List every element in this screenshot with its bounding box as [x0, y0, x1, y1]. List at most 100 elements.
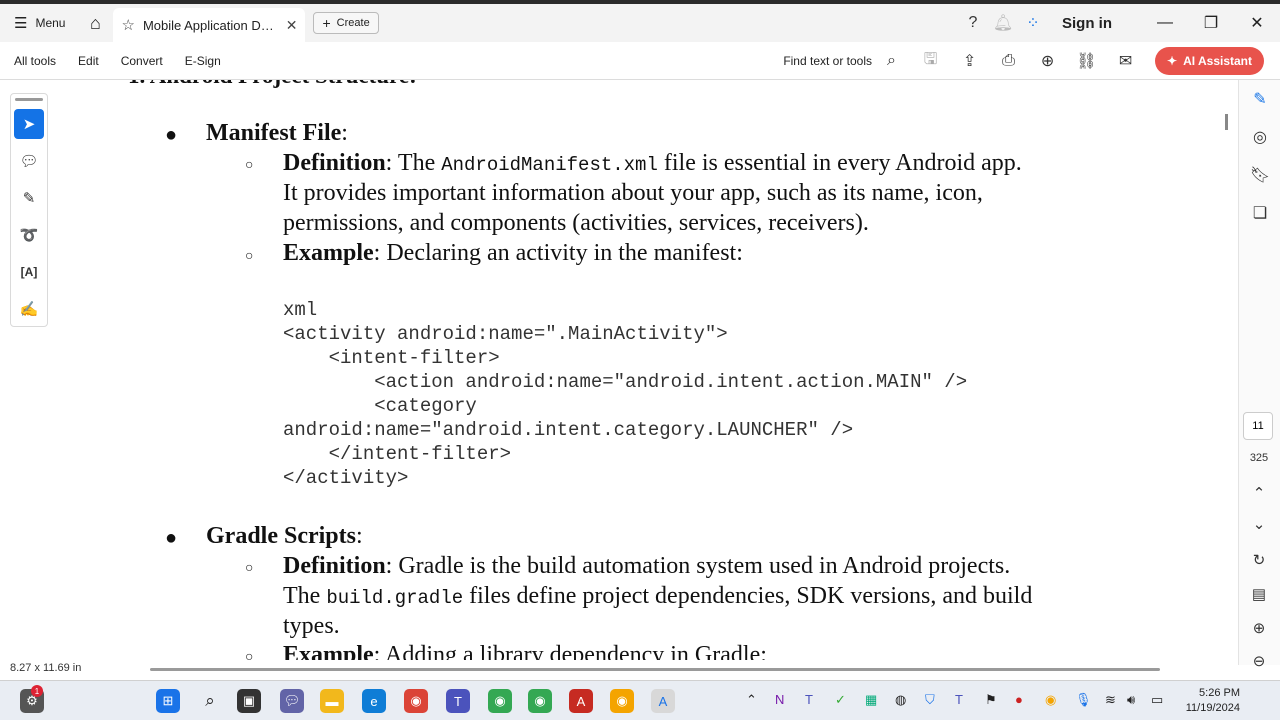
close-window-icon[interactable]: ✕	[1234, 13, 1280, 33]
definition-label: Definition	[283, 150, 386, 176]
microphone-icon[interactable]: 🎙︎	[1075, 692, 1092, 708]
active-app-icon[interactable]: A	[651, 689, 675, 713]
teams-tray-icon[interactable]: T	[805, 692, 813, 707]
search-icon[interactable]: ⌕	[872, 52, 911, 70]
scroll-thumb[interactable]	[1225, 114, 1228, 130]
bookmark-icon[interactable]: 🔖︎	[1239, 156, 1280, 194]
page-size-label: 8.27 x 11.69 in	[10, 662, 82, 674]
page-down-icon[interactable]: ⌄	[1238, 515, 1280, 533]
gradle-example-text: : Adding a library dependency in Gradle:	[373, 642, 767, 660]
menu-button[interactable]: ☰ Menu	[0, 4, 77, 42]
security-icon[interactable]: ⛉	[925, 692, 935, 708]
plus-icon: +	[322, 15, 331, 31]
tray-app-3-icon[interactable]: ◍	[895, 692, 906, 708]
ai-assistant-button[interactable]: ✦ AI Assistant	[1155, 47, 1264, 75]
minimize-icon[interactable]: —	[1142, 14, 1188, 32]
zoom-out-icon[interactable]: ⊖	[1238, 652, 1280, 670]
all-tools-menu[interactable]: All tools	[14, 54, 56, 68]
gradle-heading: Gradle Scripts:	[206, 523, 363, 550]
tray-app-5-icon[interactable]: ⚑	[985, 692, 997, 708]
windows-start-icon[interactable]: ⊞	[156, 689, 180, 713]
create-button[interactable]: + Create	[313, 12, 379, 34]
zoom-in-icon[interactable]: ⊕	[1238, 619, 1280, 637]
tray-app-4-icon[interactable]: T	[955, 692, 963, 707]
clock-date: 11/19/2024	[1185, 702, 1240, 714]
rotate-icon[interactable]: ↻	[1238, 551, 1280, 569]
close-tab-icon[interactable]: ✕	[286, 17, 298, 34]
horizontal-scrollbar[interactable]	[150, 668, 1160, 671]
esign-menu[interactable]: E-Sign	[185, 54, 221, 68]
link-icon[interactable]: ⛓	[1067, 51, 1106, 71]
page-up-icon[interactable]: ⌃	[1238, 484, 1280, 502]
chrome-profile-3-icon[interactable]: ◉	[610, 689, 634, 713]
document-tab[interactable]: ☆ Mobile Application Deve... ✕	[113, 8, 306, 42]
volume-icon[interactable]: 🔊︎	[1127, 692, 1135, 708]
file-explorer-icon[interactable]: ▬	[320, 689, 344, 713]
edit-menu[interactable]: Edit	[78, 54, 99, 68]
sub-bullet-icon: ○	[245, 249, 254, 264]
ai-sparkle-icon: ✦	[1167, 54, 1178, 68]
code-line: </intent-filter>	[283, 443, 512, 465]
edit-pdf-icon[interactable]: ✎	[1239, 80, 1280, 118]
home-icon[interactable]: ⌂	[77, 4, 113, 42]
bell-icon[interactable]: 🔔︎	[988, 13, 1018, 33]
sub-bullet-icon: ○	[245, 650, 254, 660]
convert-menu[interactable]: Convert	[121, 54, 163, 68]
maximize-icon[interactable]: ❐	[1188, 13, 1234, 33]
teams-icon[interactable]: T	[446, 689, 470, 713]
chat-icon[interactable]: 💬︎	[280, 689, 304, 713]
chrome-profile-2-icon[interactable]: ◉	[528, 689, 552, 713]
bullet-icon: ●	[165, 124, 178, 146]
onenote-icon[interactable]: N	[775, 692, 784, 707]
chrome-profile-icon[interactable]: ◉	[488, 689, 512, 713]
create-label: Create	[336, 17, 370, 29]
edge-icon[interactable]: e	[362, 689, 386, 713]
wifi-icon[interactable]: ≋	[1105, 692, 1116, 708]
right-rail: ✎ ◎ 🔖︎ ❏	[1238, 80, 1280, 665]
fit-page-icon[interactable]: ▤	[1238, 585, 1280, 603]
total-pages: 325	[1249, 452, 1269, 464]
task-view-icon[interactable]: ▣	[237, 689, 261, 713]
pages-icon[interactable]: ❏	[1239, 194, 1280, 232]
print-icon[interactable]: ⎙	[989, 52, 1028, 70]
chrome-tray-icon[interactable]: ◉	[1045, 692, 1056, 708]
manifest-filename: AndroidManifest.xml	[441, 154, 658, 176]
upload-icon[interactable]: ⇪	[950, 51, 989, 71]
tray-overflow-icon[interactable]: ⌃	[746, 692, 757, 708]
find-text-button[interactable]: Find text or tools	[783, 54, 872, 68]
manifest-title: Manifest File	[206, 120, 342, 146]
def2-text: : Gradle is the build automation system …	[385, 553, 1011, 579]
help-icon[interactable]: ?	[958, 14, 988, 32]
battery-icon[interactable]: ▭	[1151, 692, 1163, 708]
mail-icon[interactable]: ✉	[1106, 51, 1145, 71]
sign-in-button[interactable]: Sign in	[1062, 15, 1112, 32]
gradle-definition-line-2: The build.gradle files define project de…	[283, 583, 1032, 610]
record-icon[interactable]: ●	[1015, 692, 1023, 707]
apps-grid-icon[interactable]: ⁘	[1018, 13, 1048, 33]
sub-bullet-icon: ○	[245, 561, 254, 576]
current-page-input[interactable]: 11	[1243, 412, 1273, 440]
acrobat-icon[interactable]: A	[569, 689, 593, 713]
chrome-icon[interactable]: ◉	[404, 689, 428, 713]
star-icon[interactable]: ☆	[121, 16, 134, 34]
def1-pre: : The	[385, 150, 442, 176]
code-line: <category	[283, 395, 477, 417]
share-icon[interactable]: ⊕	[1028, 51, 1067, 71]
bullet-icon: ●	[165, 527, 178, 549]
top-right-controls: ? 🔔︎ ⁘ Sign in — ❐ ✕	[958, 4, 1280, 42]
clock[interactable]: 5:26 PM 11/19/2024	[1186, 686, 1240, 716]
tray-app-icon[interactable]: ✓	[835, 692, 846, 708]
gradle-colon: :	[356, 523, 363, 549]
save-icon[interactable]: 🖫	[911, 48, 950, 75]
toolbar-right: Find text or tools ⌕ 🖫 ⇪ ⎙ ⊕ ⛓ ✉ ✦ AI As…	[783, 42, 1264, 80]
example-text: : Declaring an activity in the manifest:	[373, 240, 743, 266]
tab-title: Mobile Application Deve...	[142, 17, 280, 33]
taskbar-search-icon[interactable]: ⌕	[198, 689, 222, 713]
code-line: <activity android:name=".MainActivity">	[283, 323, 728, 345]
tray-app-2-icon[interactable]: ▦	[865, 692, 877, 708]
vertical-scrollbar[interactable]	[1220, 80, 1238, 660]
manifest-colon: :	[341, 120, 348, 146]
gradle-definition-line-1: Definition: Gradle is the build automati…	[283, 553, 1010, 580]
comments-panel-icon[interactable]: ◎	[1239, 118, 1280, 156]
definition-line-3: permissions, and components (activities,…	[283, 210, 869, 236]
